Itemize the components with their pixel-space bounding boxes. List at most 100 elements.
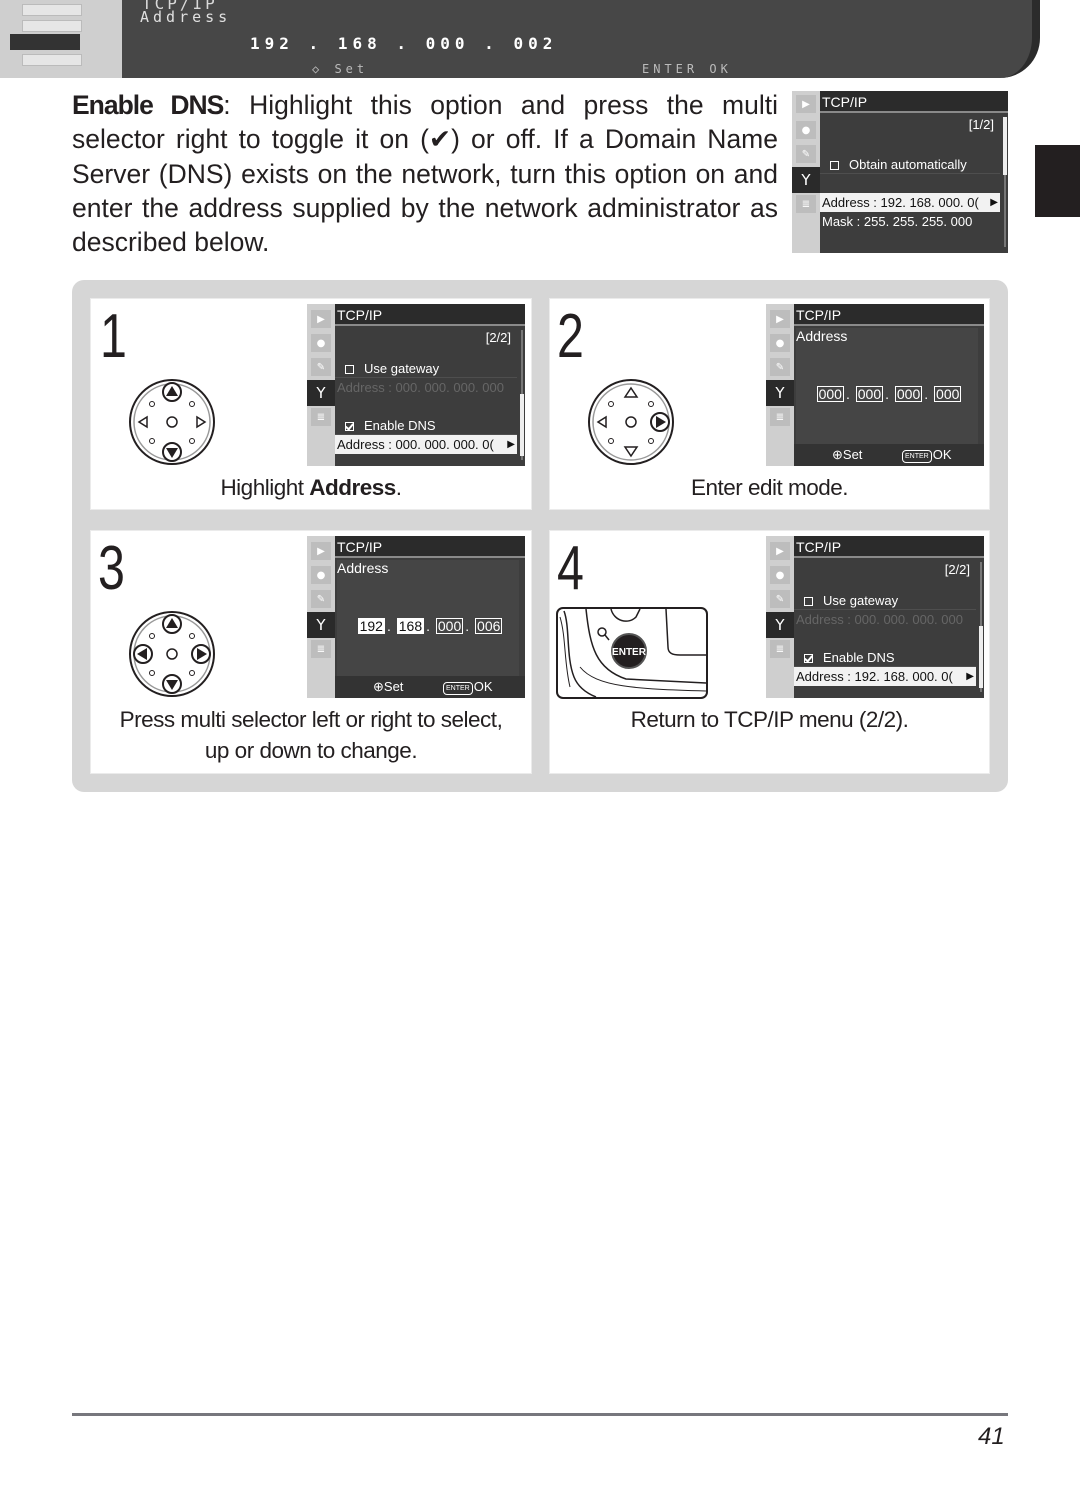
lcd-content: TCP/IP [1/2] Obtain automatically Addres…	[820, 91, 1008, 253]
address-value: Address : 192. 168. 000. 0(	[796, 669, 953, 684]
option-label: Use gateway	[823, 593, 899, 608]
enable-dns-option: Enable DNS	[794, 648, 976, 667]
ok-label: OK	[932, 447, 952, 462]
step-number-2: 2	[557, 302, 584, 371]
caption-text: Highlight	[220, 475, 310, 500]
step-number-3: 3	[98, 534, 125, 603]
recent-settings-tab-icon: ≣	[311, 640, 331, 658]
ip-address-editor: 000. 000. 000. 000	[816, 386, 962, 402]
menu-tabs: ▶ ● ✎ Y ≣	[307, 536, 335, 698]
screen-footer: ⊕Set ENTER OK	[794, 444, 984, 466]
menu-title: TCP/IP	[335, 304, 525, 326]
recent-settings-tab-icon	[22, 54, 82, 66]
camera-enter-button-illustration: ENTER	[556, 607, 708, 699]
menu-tabs: ▶ ● ✎ Y ≣	[766, 304, 794, 466]
octet-1: 000	[816, 386, 844, 402]
scroll-thumb	[1003, 117, 1007, 175]
caption-line-1: Press multi selector left or right to se…	[119, 707, 503, 732]
octet-2: 168	[337, 34, 382, 53]
chapter-tab-marker	[1035, 145, 1080, 217]
octet-1: 192	[357, 618, 385, 634]
custom-pencil-tab-icon: ✎	[311, 358, 331, 376]
multi-selector-right-icon	[588, 379, 674, 465]
multi-selector-small-icon: ⊕	[373, 679, 384, 694]
caption-text: .	[395, 475, 402, 500]
lcd-content: TCP/IP Address 000. 000. 000. 000 ⊕Set E…	[794, 304, 984, 466]
address-row: Address : 192. 168. 000. 0(▶	[820, 193, 1000, 212]
use-gateway-option: Use gateway	[794, 591, 976, 610]
playback-tab-icon: ▶	[311, 310, 331, 328]
right-arrow-icon: ▶	[990, 197, 998, 208]
octet-4: 006	[475, 618, 503, 634]
playback-tab-icon: ▶	[796, 95, 816, 113]
set-hint: ⊕Set	[373, 676, 403, 698]
right-arrow-icon: ▶	[966, 671, 974, 682]
step-1-lcd-screen: ▶ ● ✎ Y ≣ TCP/IP [2/2] Use gateway Addre…	[307, 304, 525, 466]
step-3-caption: Press multi selector left or right to se…	[90, 704, 532, 766]
lcd-main-area: TCP/IP Address 192 . 168 . 000 . 002 ◇ S…	[122, 0, 1040, 78]
octet-4: 002	[513, 34, 558, 53]
step-4-caption: Return to TCP/IP menu (2/2).	[630, 707, 909, 732]
screen-footer: ⊕Set ENTER OK	[335, 676, 525, 698]
dns-address-row: Address : 000. 000. 000. 0(▶	[335, 435, 517, 454]
octet-1: 192	[250, 34, 294, 53]
checkbox-icon	[804, 597, 813, 606]
lcd-content: TCP/IP [2/2] Use gateway Address : 000. …	[794, 536, 984, 698]
field-label: Address	[796, 328, 848, 344]
enter-badge-icon: ENTER	[443, 682, 473, 695]
playback-tab-icon: ▶	[770, 542, 790, 560]
custom-pencil-tab-icon: ✎	[796, 145, 816, 163]
obtain-automatically-option: Obtain automatically	[820, 155, 1000, 174]
side-lcd-screen-tcpip-1-2: ▶ ● ✎ Y ≣ TCP/IP [1/2] Obtain automatica…	[792, 91, 1008, 253]
field-label: Address	[337, 560, 389, 576]
multi-selector-up-down-icon	[129, 379, 215, 465]
playback-tab-icon: ▶	[770, 310, 790, 328]
top-lcd-screen-crop: TCP/IP Address 192 . 168 . 000 . 002 ◇ S…	[0, 0, 1040, 78]
menu-title: TCP/IP	[335, 536, 525, 558]
octet-2: 000	[855, 386, 884, 402]
enable-dns-description: Enable DNS: Highlight this option and pr…	[72, 88, 778, 259]
setup-wrench-tab-icon: Y	[766, 380, 794, 406]
scrollbar	[520, 330, 524, 460]
ok-hint: ENTER OK	[902, 444, 952, 466]
lcd-content: TCP/IP [2/2] Use gateway Address : 000. …	[335, 304, 525, 466]
shooting-tab-icon: ●	[796, 121, 816, 139]
octet-3: 000	[425, 34, 470, 53]
enable-dns-option: Enable DNS	[335, 416, 517, 435]
enter-badge-icon: ENTER	[902, 450, 932, 463]
step-number-4: 4	[557, 534, 584, 603]
setup-wrench-tab-icon: Y	[766, 612, 794, 638]
page-indicator: [2/2]	[485, 330, 511, 345]
checkbox-icon	[830, 161, 839, 170]
step-2-caption: Enter edit mode.	[690, 475, 849, 500]
menu-tabs: ▶ ● ✎ Y ≣	[766, 536, 794, 698]
recent-settings-tab-icon: ≣	[770, 640, 790, 658]
gateway-address-row: Address : 000. 000. 000. 000	[796, 612, 963, 627]
step-4-lcd-screen: ▶ ● ✎ Y ≣ TCP/IP [2/2] Use gateway Addre…	[766, 536, 984, 698]
field-label: Address	[140, 8, 232, 26]
lcd-content: TCP/IP Address 192. 168. 000. 006 ⊕Set E…	[335, 536, 525, 698]
custom-pencil-tab-icon: ✎	[770, 590, 790, 608]
menu-title: TCP/IP	[820, 91, 1008, 113]
menu-tab-column	[0, 0, 122, 78]
menu-title: TCP/IP	[794, 536, 984, 558]
set-label: Set	[842, 447, 863, 462]
octet-4: 000	[934, 386, 962, 402]
checkbox-icon	[345, 365, 354, 374]
menu-title: TCP/IP	[794, 304, 984, 326]
scrollbar	[1003, 117, 1007, 247]
ok-label: OK	[473, 679, 493, 694]
set-hint: ⊕Set	[832, 444, 862, 466]
caption-bold-term: Address	[309, 475, 396, 500]
shooting-tab-icon	[22, 20, 82, 32]
dns-address-row: Address : 192. 168. 000. 0( ▶	[794, 667, 976, 686]
ok-label: OK	[709, 62, 732, 76]
ip-address-edit: 192 . 168 . 000 . 002	[250, 34, 558, 53]
page-number: 41	[978, 1423, 1005, 1450]
option-label: Enable DNS	[823, 650, 895, 665]
checkbox-checked-icon	[804, 654, 813, 663]
menu-tabs: ▶ ● ✎ Y ≣	[307, 304, 335, 466]
option-label: Obtain automatically	[849, 157, 967, 172]
shooting-tab-icon: ●	[770, 566, 790, 584]
step-number-1: 1	[100, 302, 127, 371]
